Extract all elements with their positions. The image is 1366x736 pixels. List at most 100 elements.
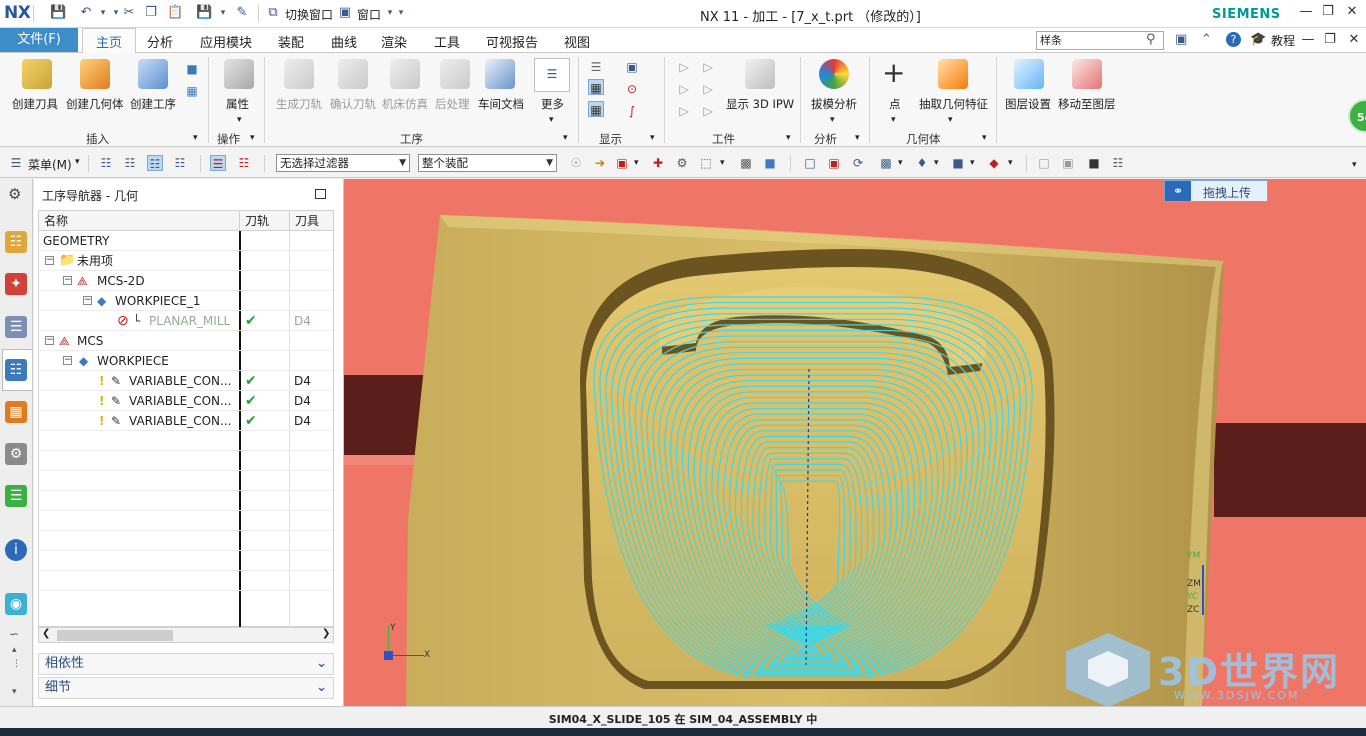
tree-geometry-view-icon[interactable]: ☷	[147, 155, 163, 171]
display-hatch2-icon[interactable]: ▦	[588, 101, 604, 117]
select-tool1-icon[interactable]: ☉	[568, 155, 584, 171]
constraint-navigator-icon[interactable]: ✦	[5, 273, 27, 295]
create-operation-button[interactable]	[128, 57, 178, 97]
command-search-input[interactable]: 样条	[1036, 31, 1164, 50]
scroll-up-icon[interactable]: ▴	[12, 645, 17, 655]
graphics-window[interactable]: ⚭ 拖拽上传 Y X YM ZM YC ZC 3D世界网 WWW.3DSJW.C…	[344, 179, 1366, 706]
tab-applications[interactable]: 应用模块	[200, 32, 252, 51]
collapse-icon[interactable]: −	[83, 296, 92, 305]
point-icon[interactable]: +	[882, 59, 905, 87]
operation-group-dropdown-icon[interactable]: ▾	[250, 133, 255, 143]
tree-row[interactable]: − ◆ WORKPIECE	[39, 351, 333, 371]
save-dropdown-icon[interactable]: ▾	[215, 5, 231, 21]
display-toolpath-icon[interactable]: ☰	[588, 59, 604, 75]
operation-navigator-icon[interactable]: ☷	[5, 359, 27, 381]
tree-row[interactable]: ! ✎ VARIABLE_CON... ✔ D4	[39, 411, 333, 431]
snap-endpoint-icon[interactable]: ✚	[650, 155, 666, 171]
workpiece-tool5-icon[interactable]: ▷	[676, 103, 692, 119]
doc-minimize-icon[interactable]: —	[1298, 32, 1318, 47]
column-header-name[interactable]: 名称	[39, 211, 239, 231]
workpiece-tool2-icon[interactable]: ▷	[700, 59, 716, 75]
orient-view-icon[interactable]: ▩	[878, 155, 894, 171]
file-menu-tab[interactable]: 文件(F)	[0, 28, 78, 52]
snap-point-icon[interactable]: ▣	[614, 155, 630, 171]
window-icon[interactable]: ▣	[337, 5, 353, 21]
doc-close-icon[interactable]: ✕	[1344, 32, 1364, 47]
workpiece-tool3-icon[interactable]: ▷	[676, 81, 692, 97]
analysis-group-dropdown-icon[interactable]: ▾	[855, 133, 860, 143]
tree-row[interactable]: − ◆ WORKPIECE_1	[39, 291, 333, 311]
draft-analysis-button[interactable]	[809, 57, 859, 97]
type-filter-select[interactable]: 无选择过滤器 ▼	[276, 154, 410, 172]
postprocess-button[interactable]	[430, 57, 480, 97]
help-icon[interactable]: ?	[1226, 32, 1241, 47]
scrollbar-thumb[interactable]	[57, 630, 173, 641]
filter2-icon[interactable]: ☷	[236, 155, 252, 171]
copy-icon[interactable]: ❐	[143, 5, 159, 21]
close-icon[interactable]: ✕	[1342, 4, 1362, 19]
display-hatch-icon[interactable]: ▦	[588, 79, 604, 95]
zoom-icon[interactable]: ▣	[826, 155, 842, 171]
tree-method-view-icon[interactable]: ☷	[172, 155, 188, 171]
background-dark-icon[interactable]: ■	[1086, 155, 1102, 171]
tree-row[interactable]: − ⟁ MCS-2D	[39, 271, 333, 291]
machine-simulation-button[interactable]	[380, 57, 430, 97]
collapse-icon[interactable]: −	[63, 276, 72, 285]
collapse-icon[interactable]: −	[45, 256, 54, 265]
workpiece-group-dropdown-icon[interactable]: ▾	[786, 133, 791, 143]
settings-icon[interactable]: ⚙	[8, 185, 21, 203]
display-group-dropdown-icon[interactable]: ▾	[650, 133, 655, 143]
point-dropdown-icon[interactable]: ▾	[891, 115, 896, 125]
horizontal-scrollbar[interactable]: ❮ ❯	[38, 627, 334, 643]
tab-tools[interactable]: 工具	[434, 32, 460, 51]
window-layout-icon[interactable]: ▣	[1175, 32, 1187, 47]
background-light-icon[interactable]: □	[1036, 155, 1052, 171]
workpiece-tool6-icon[interactable]: ▷	[700, 103, 716, 119]
generate-toolpath-button[interactable]	[274, 57, 324, 97]
collapse-ribbon-icon[interactable]: ⌃	[1201, 32, 1212, 47]
save-as-icon[interactable]: 💾	[196, 5, 212, 21]
render-style-icon[interactable]: ♦	[914, 155, 930, 171]
scroll-down-icon[interactable]: ▾	[12, 687, 17, 697]
maximize-icon[interactable]	[315, 189, 326, 199]
column-header-tool[interactable]: 刀具	[289, 211, 333, 231]
tab-assembly[interactable]: 装配	[278, 32, 304, 51]
select-solid-icon[interactable]: ■	[762, 155, 778, 171]
menu-button[interactable]: 菜单(M)	[28, 156, 72, 173]
draft-analysis-dropdown-icon[interactable]: ▾	[830, 115, 835, 125]
roles-library-icon[interactable]: ☰	[5, 485, 27, 507]
rotate-icon[interactable]: ⟳	[850, 155, 866, 171]
workpiece-tool4-icon[interactable]: ▷	[700, 81, 716, 97]
tab-render[interactable]: 渲染	[381, 32, 407, 51]
collapse-icon[interactable]: −	[45, 336, 54, 345]
select-body-icon[interactable]: ▩	[738, 155, 754, 171]
window-menu-button[interactable]: 窗口	[357, 6, 381, 23]
select-face-icon[interactable]: ⚙	[674, 155, 690, 171]
tree-row[interactable]: ! ✎ VARIABLE_CON... ✔ D4	[39, 391, 333, 411]
show-3d-ipw-button[interactable]	[735, 57, 785, 97]
history-icon[interactable]: i	[5, 539, 27, 561]
render-dropdown-icon[interactable]: ▾	[934, 158, 939, 168]
menu-icon[interactable]: ☰	[8, 155, 24, 171]
scroll-right-icon[interactable]: ❯	[322, 628, 330, 639]
drag-upload-button[interactable]: ⚭ 拖拽上传	[1164, 180, 1268, 202]
extract-geometry-dropdown-icon[interactable]: ▾	[948, 115, 953, 125]
details-panel[interactable]: 细节 ⌄	[38, 677, 334, 699]
assembly-navigator-icon[interactable]: ☷	[5, 231, 27, 253]
layer-settings-button[interactable]	[1004, 57, 1054, 97]
workpiece-tool1-icon[interactable]: ▷	[676, 59, 692, 75]
more-button[interactable]: ☰	[534, 58, 570, 92]
tree-row[interactable]: GEOMETRY	[39, 231, 333, 251]
orient-dropdown-icon[interactable]: ▾	[898, 158, 903, 168]
minimize-icon[interactable]: —	[1296, 4, 1316, 19]
part-navigator-icon[interactable]: ☰	[5, 316, 27, 338]
paste-icon[interactable]: 📋	[167, 5, 183, 21]
create-method-icon[interactable]: ■	[184, 61, 200, 77]
performance-badge[interactable]: 54	[1348, 99, 1366, 133]
tab-view[interactable]: 视图	[564, 32, 590, 51]
display-curve-icon[interactable]: ∫	[624, 103, 640, 119]
create-tool-button[interactable]	[12, 57, 62, 97]
shop-doc-button[interactable]	[475, 57, 525, 97]
box-select-dropdown-icon[interactable]: ▾	[720, 158, 725, 168]
verify-toolpath-button[interactable]	[328, 57, 378, 97]
